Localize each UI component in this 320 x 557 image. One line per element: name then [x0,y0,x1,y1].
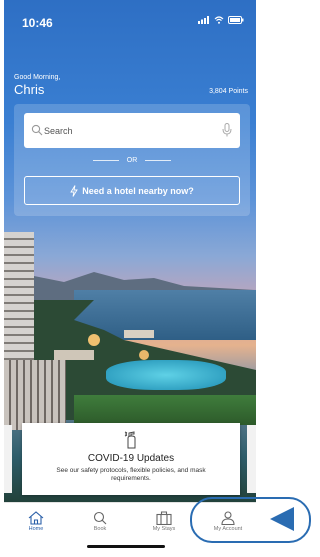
signal-icon [198,16,209,24]
tab-home-label: Home [28,526,44,532]
tab-my-stays[interactable]: My Stays [140,509,188,541]
suitcase-icon [156,511,172,525]
phone-screen: 10:46 Good Morning, Chris 3,804 Points S… [4,0,256,557]
home-icon [28,511,44,525]
tab-book[interactable]: Book [76,509,124,541]
user-name: Chris [14,82,45,97]
carousel-card-next[interactable] [247,425,256,493]
lightning-icon [70,184,79,197]
battery-icon [228,16,244,24]
pointer-arrow-icon [270,507,294,531]
pool [106,360,226,390]
home-indicator [87,545,165,548]
or-divider: OR [24,155,240,165]
hotel-nearby-label: Need a hotel nearby now? [82,185,194,196]
divider-line [145,159,172,161]
spray-bottle-icon [124,431,136,449]
microphone-icon[interactable] [222,123,232,137]
search-box[interactable] [24,113,240,148]
search-icon [93,511,107,525]
carousel-card-prev[interactable] [4,425,12,493]
status-icons [198,16,244,24]
divider-line [92,159,119,161]
or-label: OR [126,156,138,164]
search-icon [31,124,43,136]
hotel-nearby-button[interactable]: Need a hotel nearby now? [24,176,240,205]
status-bar: 10:46 [4,0,256,44]
lawn [74,395,256,425]
status-time: 10:46 [22,16,53,30]
points-balance[interactable]: 3,804 Points [209,88,248,95]
tab-home[interactable]: Home [12,509,60,541]
wifi-icon [214,16,224,24]
search-input[interactable] [44,113,214,148]
hotel-wing [4,360,66,430]
tab-book-label: Book [93,526,107,532]
covid-title: COVID-19 Updates [87,453,175,464]
tab-my-stays-label: My Stays [152,526,176,532]
greeting-text: Good Morning, [14,74,61,81]
covid-update-card[interactable]: COVID-19 Updates See our safety protocol… [22,423,240,495]
covid-description: See our safety protocols, flexible polic… [56,467,206,482]
